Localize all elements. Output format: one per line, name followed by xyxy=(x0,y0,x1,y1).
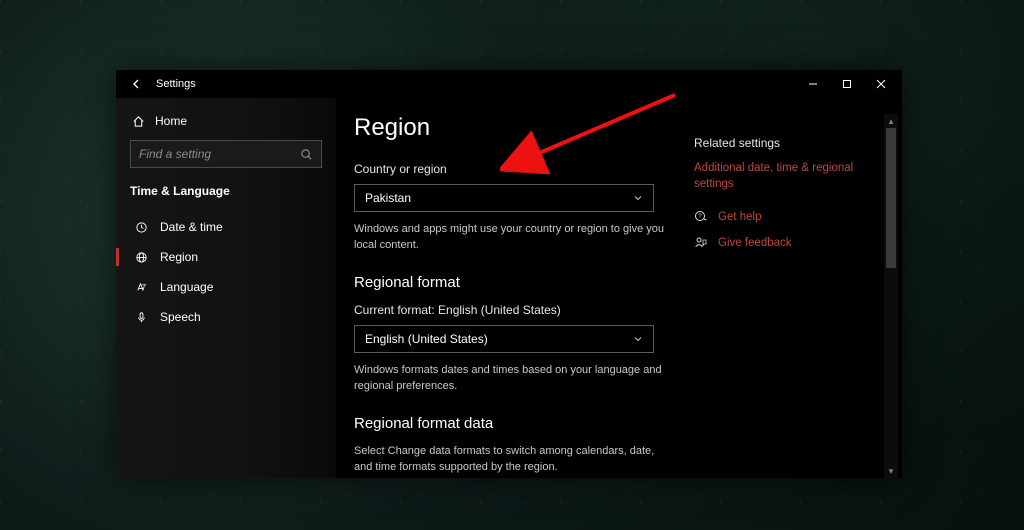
language-icon xyxy=(134,281,148,294)
sidebar-item-label: Language xyxy=(160,280,213,294)
related-settings-heading: Related settings xyxy=(694,136,878,150)
settings-window: Settings Home Time & Language xyxy=(116,70,902,478)
microphone-icon xyxy=(134,311,148,324)
country-value: Pakistan xyxy=(365,191,411,205)
scroll-up-arrow[interactable]: ▴ xyxy=(884,114,898,128)
titlebar: Settings xyxy=(116,70,902,98)
window-title: Settings xyxy=(156,78,196,90)
country-help: Windows and apps might use your country … xyxy=(354,222,674,254)
clock-icon xyxy=(134,221,148,234)
sidebar-item-label: Speech xyxy=(160,310,201,324)
regional-format-data-help: Select Change data formats to switch amo… xyxy=(354,444,674,476)
regional-format-data-heading: Regional format data xyxy=(354,415,694,432)
chevron-down-icon xyxy=(633,193,643,203)
main-content: Region Country or region Pakistan Window… xyxy=(354,114,694,478)
scroll-down-arrow[interactable]: ▾ xyxy=(884,464,898,478)
home-icon xyxy=(132,115,145,128)
sidebar-section-title: Time & Language xyxy=(130,184,322,198)
current-format-label: Current format: English (United States) xyxy=(354,303,694,317)
sidebar-home[interactable]: Home xyxy=(130,108,322,140)
svg-text:?: ? xyxy=(698,214,702,220)
search-input[interactable] xyxy=(139,147,300,161)
back-button[interactable] xyxy=(128,78,146,90)
search-icon xyxy=(300,148,313,161)
additional-settings-link[interactable]: Additional date, time & regional setting… xyxy=(694,160,878,192)
regional-format-help: Windows formats dates and times based on… xyxy=(354,363,674,395)
globe-icon xyxy=(134,251,148,264)
sidebar-item-speech[interactable]: Speech xyxy=(116,302,322,332)
regional-format-dropdown[interactable]: English (United States) xyxy=(354,325,654,353)
get-help-label: Get help xyxy=(718,211,761,223)
page-title: Region xyxy=(354,114,694,142)
give-feedback-label: Give feedback xyxy=(718,237,792,249)
sidebar-item-label: Region xyxy=(160,250,198,264)
vertical-scrollbar[interactable]: ▴ ▾ xyxy=(884,114,898,478)
sidebar-item-date-time[interactable]: Date & time xyxy=(116,212,322,242)
country-dropdown[interactable]: Pakistan xyxy=(354,184,654,212)
feedback-icon xyxy=(694,236,708,250)
sidebar-item-language[interactable]: Language xyxy=(116,272,322,302)
regional-format-heading: Regional format xyxy=(354,274,694,291)
help-icon: ? xyxy=(694,210,708,224)
close-button[interactable] xyxy=(864,70,898,98)
right-pane: Related settings Additional date, time &… xyxy=(694,114,884,478)
country-label: Country or region xyxy=(354,162,694,176)
get-help-link[interactable]: ? Get help xyxy=(694,210,878,224)
search-box[interactable] xyxy=(130,140,322,168)
sidebar-home-label: Home xyxy=(155,114,187,128)
regional-format-value: English (United States) xyxy=(365,332,488,346)
sidebar-item-region[interactable]: Region xyxy=(116,242,322,272)
scroll-thumb[interactable] xyxy=(886,128,896,268)
sidebar: Home Time & Language Date & time Regio xyxy=(116,98,336,478)
sidebar-item-label: Date & time xyxy=(160,220,223,234)
give-feedback-link[interactable]: Give feedback xyxy=(694,236,878,250)
maximize-button[interactable] xyxy=(830,70,864,98)
minimize-button[interactable] xyxy=(796,70,830,98)
chevron-down-icon xyxy=(633,334,643,344)
